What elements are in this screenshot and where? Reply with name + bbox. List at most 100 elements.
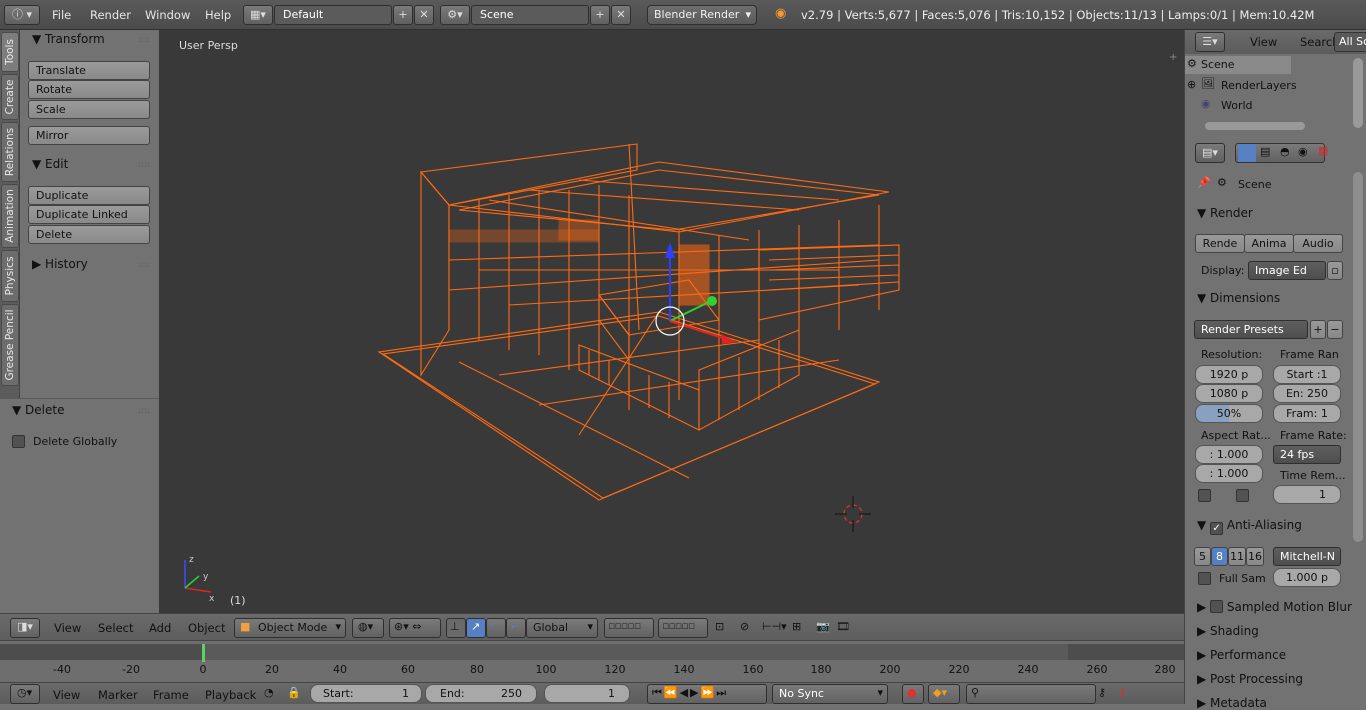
add-preset-button[interactable]: + xyxy=(1310,320,1326,339)
keying-set-button[interactable]: ◆▾ xyxy=(928,684,960,704)
playback-controls[interactable]: ⏮⏪◀▶⏩⏭ xyxy=(647,684,767,704)
menu-help[interactable]: Help xyxy=(205,8,231,22)
menu-select[interactable]: Select xyxy=(98,621,133,635)
menu-window[interactable]: Window xyxy=(145,8,190,22)
drag-grip-icon[interactable]: ⁙⁙ xyxy=(137,407,151,417)
aspect-x-field[interactable]: : 1.000 xyxy=(1195,445,1263,464)
insert-keyframe-icon[interactable]: ⚷ xyxy=(1098,686,1106,699)
lock-layers-icon[interactable]: ⊡ xyxy=(715,620,724,633)
scene-remove-button[interactable]: ✕ xyxy=(611,5,631,25)
operator-panel-header[interactable]: ▼ Delete xyxy=(12,403,64,417)
border-checkbox[interactable] xyxy=(1198,489,1211,502)
crop-checkbox[interactable] xyxy=(1236,489,1249,502)
viewport-shading-button[interactable]: ◍▾ xyxy=(352,618,384,638)
house-wireframe[interactable]: z y x xyxy=(159,30,1184,613)
remove-preset-button[interactable]: − xyxy=(1327,320,1343,339)
anti-aliasing-panel-header[interactable]: ▼ ✓ Anti-Aliasing xyxy=(1197,518,1302,535)
render-engine-dropdown[interactable]: Blender Render ▾ xyxy=(647,5,757,25)
properties-context-tabs[interactable]: ▤ ◓ ◉ xyxy=(1235,143,1325,163)
properties-editor[interactable]: ▤▾ ▤ ◓ ◉ ▩ 📌 ⚙ Scene ▼ Render Rende Anim… xyxy=(1184,140,1366,710)
shading-panel-header[interactable]: ▶ Shading xyxy=(1197,624,1259,638)
edit-panel-header[interactable]: ▼ Edit xyxy=(32,157,68,171)
menu-view[interactable]: View xyxy=(54,621,81,635)
translate-button[interactable]: Translate xyxy=(28,61,150,80)
aa-filter-dropdown[interactable]: Mitchell-N xyxy=(1273,547,1341,566)
outliner-vertical-scrollbar[interactable] xyxy=(1353,58,1363,128)
tab-grease-pencil[interactable]: Grease Pencil xyxy=(1,304,19,386)
duplicate-button[interactable]: Duplicate xyxy=(28,186,150,205)
outliner-row-scene[interactable]: Scene ⚙ xyxy=(1185,56,1291,74)
delete-keyframe-icon[interactable]: ⚷ xyxy=(1118,686,1126,699)
tab-tools[interactable]: Tools xyxy=(1,32,19,72)
translate-manipulator-toggle[interactable]: ↗ xyxy=(466,618,486,638)
menu-object[interactable]: Object xyxy=(188,621,225,635)
proportional-edit-icon[interactable]: ⊘ xyxy=(740,620,749,633)
sampled-motion-blur-checkbox[interactable] xyxy=(1210,600,1224,613)
history-panel-header[interactable]: ▶ History xyxy=(32,257,88,271)
active-keying-set-field[interactable]: ⚲ xyxy=(966,684,1096,704)
tab-relations[interactable]: Relations xyxy=(1,122,19,182)
aa-samples-16[interactable]: 16 xyxy=(1246,547,1264,566)
rotate-manipulator-toggle[interactable]: ◜ xyxy=(486,618,506,638)
menu-render[interactable]: Render xyxy=(90,8,131,22)
world-icon[interactable]: ◉ xyxy=(1298,145,1308,158)
scene-icon[interactable]: ◓ xyxy=(1280,145,1290,158)
filter-size-field[interactable]: 1.000 p xyxy=(1273,568,1341,587)
layout-selector-button[interactable]: ▦▾ xyxy=(243,5,273,25)
render-camera-icon[interactable] xyxy=(1238,144,1256,162)
scene-selector-button[interactable]: ⚙▾ xyxy=(440,5,470,25)
scale-button[interactable]: Scale xyxy=(28,100,150,119)
outliner-display-filter[interactable]: All Sc xyxy=(1334,32,1366,52)
sampled-motion-blur-panel-header[interactable]: ▶ Sampled Motion Blur xyxy=(1197,600,1352,614)
menu-playback[interactable]: Playback xyxy=(205,688,256,702)
render-presets-dropdown[interactable]: Render Presets xyxy=(1194,320,1308,339)
render-image-button[interactable]: Rende xyxy=(1195,234,1245,253)
frame-end-field[interactable]: En: 250 xyxy=(1273,384,1341,403)
3d-viewport[interactable]: User Persp (1) + z y x xyxy=(159,30,1184,613)
resolution-percentage-slider[interactable]: 50% xyxy=(1195,404,1263,423)
frame-start-field[interactable]: Start :1 xyxy=(1273,365,1341,384)
resolution-y-field[interactable]: 1080 p xyxy=(1195,384,1263,403)
duplicate-linked-button[interactable]: Duplicate Linked xyxy=(28,205,150,224)
drag-grip-icon[interactable]: ⁙⁙ xyxy=(137,36,151,46)
snap-element-icon[interactable]: ⊢⊣▾ xyxy=(762,620,787,633)
start-frame-field[interactable]: Start: 1 xyxy=(310,684,422,703)
time-remap-field[interactable]: 1 xyxy=(1273,485,1341,504)
mode-dropdown[interactable]: ■ Object Mode ▾ xyxy=(234,618,346,638)
sync-dropdown[interactable]: No Sync ▾ xyxy=(772,684,888,704)
layout-name-field[interactable]: Default xyxy=(274,5,392,25)
timeline[interactable]: -40 -20 0 20 40 60 80 100 120 140 160 18… xyxy=(0,640,1184,682)
menu-file[interactable]: File xyxy=(52,8,71,22)
layout-remove-button[interactable]: ✕ xyxy=(414,5,434,25)
texture-checker-icon[interactable]: ▩ xyxy=(1318,144,1328,157)
drag-grip-icon[interactable]: ⁙⁙ xyxy=(137,261,151,271)
outliner-editor-type-button[interactable]: ☰▾ xyxy=(1195,32,1225,52)
render-animation-button[interactable]: Anima xyxy=(1244,234,1294,253)
layers-grid-b[interactable]: ▫▫▫▫▫ xyxy=(658,618,708,638)
aa-samples-8[interactable]: 8 xyxy=(1211,547,1228,566)
performance-panel-header[interactable]: ▶ Performance xyxy=(1197,648,1286,662)
layout-add-button[interactable]: + xyxy=(393,5,413,25)
outliner-row-world[interactable]: ◉ World xyxy=(1185,96,1345,114)
delete-globally-checkbox[interactable] xyxy=(12,435,25,448)
manipulator-toggle[interactable]: ⊥ xyxy=(446,618,466,638)
full-sample-checkbox[interactable] xyxy=(1198,572,1211,585)
mirror-button[interactable]: Mirror xyxy=(28,126,150,145)
tab-physics[interactable]: Physics xyxy=(1,250,19,302)
aspect-y-field[interactable]: : 1.000 xyxy=(1195,464,1263,483)
scene-add-button[interactable]: + xyxy=(590,5,610,25)
outliner-row-renderlayers[interactable]: ⊕ 🖼 RenderLayers xyxy=(1185,76,1345,94)
scene-name-field[interactable]: Scene xyxy=(471,5,589,25)
menu-marker[interactable]: Marker xyxy=(98,688,138,702)
metadata-panel-header[interactable]: ▶ Metadata xyxy=(1197,696,1267,710)
properties-editor-type-button[interactable]: ▤▾ xyxy=(1195,143,1225,163)
display-dropdown[interactable]: Image Ed xyxy=(1248,261,1326,280)
menu-view[interactable]: View xyxy=(53,688,80,702)
scale-manipulator-toggle[interactable]: ⌐ xyxy=(506,618,526,638)
editor-type-button[interactable]: ◨▾ xyxy=(10,618,40,638)
aa-samples-11[interactable]: 11 xyxy=(1228,547,1246,566)
menu-add[interactable]: Add xyxy=(149,621,171,635)
properties-scrollbar[interactable] xyxy=(1353,172,1363,542)
drag-grip-icon[interactable]: ⁙⁙ xyxy=(137,161,151,171)
pin-icon[interactable]: 📌 xyxy=(1197,176,1211,189)
